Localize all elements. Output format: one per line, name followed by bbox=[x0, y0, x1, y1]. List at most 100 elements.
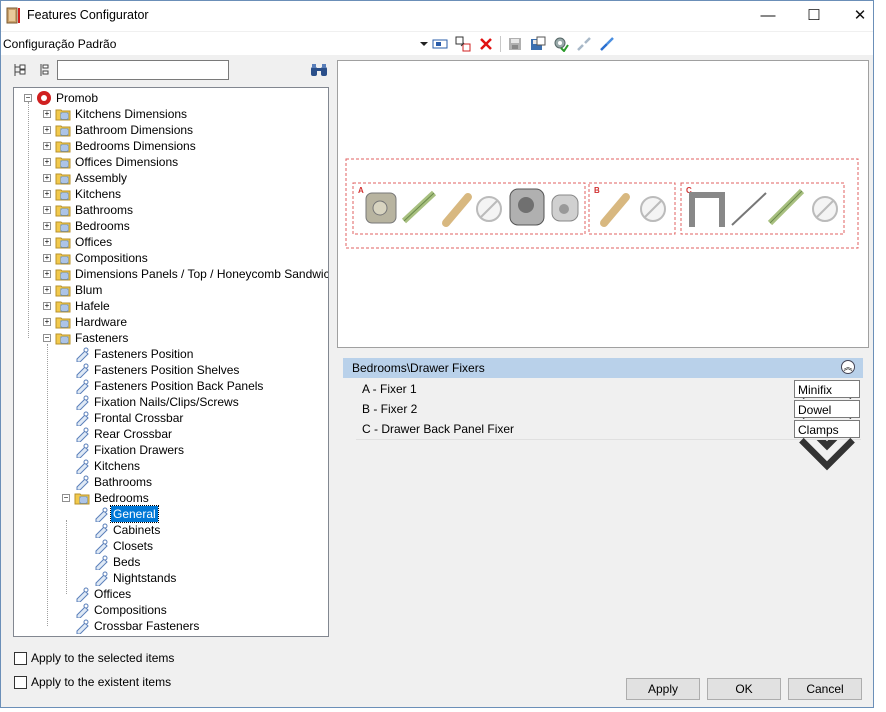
tree-node-label[interactable]: Bathroom Dimensions bbox=[73, 122, 195, 138]
screw-bolt-icon bbox=[401, 190, 437, 224]
tree-node-label[interactable]: Compositions bbox=[73, 250, 150, 266]
move-icon[interactable] bbox=[454, 35, 472, 53]
feature-icon bbox=[74, 602, 90, 619]
ok-button[interactable]: OK bbox=[707, 678, 781, 700]
delete-icon[interactable] bbox=[477, 35, 495, 53]
tree-node-label[interactable]: Crossbar Fasteners bbox=[92, 618, 201, 634]
tree-node-label[interactable]: Fasteners bbox=[73, 330, 130, 346]
feature-icon bbox=[74, 458, 90, 475]
tree-node-label[interactable]: Rear Crossbar bbox=[92, 426, 174, 442]
configuration-name[interactable]: Configuração Padrão bbox=[3, 37, 116, 51]
apply-existent-checkbox[interactable] bbox=[14, 676, 27, 689]
tree-node-label[interactable]: Fixation Drawers bbox=[92, 442, 186, 458]
collapse-chevron-icon[interactable]: ︽ bbox=[841, 360, 855, 374]
none-b-icon bbox=[640, 196, 666, 222]
save-icon[interactable] bbox=[506, 35, 524, 53]
folder-icon bbox=[55, 106, 71, 122]
left-pane: − Promob + Kitchens Dimensions + Bathroom Dim… bbox=[1, 56, 335, 641]
back-panel-fixer-select[interactable]: Clamps bbox=[794, 420, 860, 471]
collapse-tree-icon[interactable] bbox=[36, 61, 52, 79]
folder-icon bbox=[55, 298, 71, 314]
tree-node-label[interactable]: Bedrooms Dimensions bbox=[73, 138, 198, 154]
rename-icon[interactable] bbox=[431, 35, 449, 53]
tree-node-label[interactable]: Bathrooms bbox=[73, 202, 135, 218]
tree-node-label[interactable]: Blum bbox=[73, 282, 104, 298]
tree-node-label[interactable]: Compositions bbox=[92, 602, 169, 618]
property-row-fixer1[interactable]: A - Fixer 1 Minifix bbox=[356, 379, 861, 431]
tree-node-label[interactable]: Hafele bbox=[73, 298, 112, 314]
expand-toggle-icon[interactable]: + bbox=[43, 302, 51, 310]
expand-toggle-icon[interactable]: + bbox=[43, 158, 51, 166]
minimize-button[interactable]: — bbox=[745, 1, 791, 31]
apply-selected-checkbox[interactable] bbox=[14, 652, 27, 665]
expand-toggle-icon[interactable]: + bbox=[43, 318, 51, 326]
features-configurator-window: Features Configurator — ☐ ✕ Configuração… bbox=[0, 0, 874, 708]
zone-label-b: B bbox=[594, 186, 600, 195]
tree-guide-line bbox=[28, 102, 29, 338]
tree-node-label[interactable]: Beds bbox=[111, 554, 142, 570]
expand-toggle-icon[interactable]: + bbox=[43, 222, 51, 230]
selected-value: Minifix bbox=[798, 383, 833, 397]
maximize-button[interactable]: ☐ bbox=[791, 1, 837, 31]
save-as-icon[interactable] bbox=[529, 35, 547, 53]
expand-toggle-icon[interactable]: + bbox=[43, 142, 51, 150]
apply-button[interactable]: Apply bbox=[626, 678, 700, 700]
tree-node-label[interactable]: Dimensions Panels / Top / Honeycomb Sand… bbox=[73, 266, 328, 282]
tree-node-label[interactable]: Fasteners Position Shelves bbox=[92, 362, 241, 378]
feature-tree[interactable]: − Promob + Kitchens Dimensions + Bathroom Dim… bbox=[13, 87, 329, 637]
expand-toggle-icon[interactable]: + bbox=[43, 126, 51, 134]
tree-node-label[interactable]: Assembly bbox=[73, 170, 129, 186]
feature-icon bbox=[93, 570, 109, 587]
property-row-back-panel-fixer[interactable]: C - Drawer Back Panel Fixer Clamps bbox=[356, 419, 861, 471]
property-row-fixer2[interactable]: B - Fixer 2 Dowel bbox=[356, 399, 861, 451]
find-icon[interactable] bbox=[310, 62, 328, 78]
tree-node-label[interactable]: General bbox=[110, 505, 159, 523]
folder-icon bbox=[55, 218, 71, 234]
tree-node-label[interactable]: Cabinets bbox=[111, 522, 162, 538]
cancel-button[interactable]: Cancel bbox=[788, 678, 862, 700]
disconnect-icon[interactable] bbox=[575, 35, 593, 53]
expand-toggle-icon[interactable]: + bbox=[43, 270, 51, 278]
expand-toggle-icon[interactable]: + bbox=[43, 206, 51, 214]
tree-node-label[interactable]: Fasteners Position bbox=[92, 346, 195, 362]
feature-icon bbox=[93, 522, 109, 539]
tree-node-label[interactable]: Bedrooms bbox=[73, 218, 132, 234]
tree-node-label[interactable]: Closets bbox=[111, 538, 155, 554]
expand-toggle-icon[interactable]: + bbox=[43, 190, 51, 198]
zone-label-a: A bbox=[358, 186, 364, 195]
tree-node-label[interactable]: Bathrooms bbox=[92, 474, 154, 490]
feature-icon bbox=[74, 586, 90, 603]
tree-node-label[interactable]: Promob bbox=[54, 90, 100, 106]
collapse-toggle-icon[interactable]: − bbox=[62, 494, 70, 502]
tree-node-label[interactable]: Nightstands bbox=[111, 570, 178, 586]
tree-node-label[interactable]: Fasteners Position Back Panels bbox=[92, 378, 265, 394]
expand-toggle-icon[interactable]: + bbox=[43, 110, 51, 118]
tree-node-label[interactable]: Frontal Crossbar bbox=[92, 410, 185, 426]
tree-node-label[interactable]: Offices bbox=[73, 234, 114, 250]
tree-node-label[interactable]: Fixation Nails/Clips/Screws bbox=[92, 394, 241, 410]
close-button[interactable]: ✕ bbox=[837, 1, 883, 31]
tree-node-label[interactable]: Bedrooms bbox=[92, 490, 151, 506]
none-c-icon bbox=[812, 196, 838, 222]
expand-toggle-icon[interactable]: + bbox=[43, 254, 51, 262]
tree-node-label[interactable]: Kitchens bbox=[92, 458, 142, 474]
search-input[interactable] bbox=[57, 60, 229, 80]
drawer-fixers-preview-image: A B C bbox=[345, 158, 859, 249]
expand-toggle-icon[interactable]: + bbox=[43, 174, 51, 182]
feature-icon bbox=[74, 362, 90, 379]
tree-node-label[interactable]: Kitchens Dimensions bbox=[73, 106, 189, 122]
tree-node-label[interactable]: Offices Dimensions bbox=[73, 154, 180, 170]
tree-node-label[interactable]: Kitchens bbox=[73, 186, 123, 202]
connect-icon[interactable] bbox=[598, 35, 616, 53]
collapse-toggle-icon[interactable]: − bbox=[43, 334, 51, 342]
fixer1-select[interactable]: Minifix bbox=[794, 380, 860, 431]
expand-toggle-icon[interactable]: + bbox=[43, 286, 51, 294]
collapse-toggle-icon[interactable]: − bbox=[24, 94, 32, 102]
expand-toggle-icon[interactable]: + bbox=[43, 238, 51, 246]
property-group-header[interactable]: Bedrooms\Drawer Fixers ︽ bbox=[343, 358, 863, 378]
tree-node-label[interactable]: Offices bbox=[92, 586, 133, 602]
fixer2-select[interactable]: Dowel bbox=[794, 400, 860, 451]
tree-node-label[interactable]: Hardware bbox=[73, 314, 129, 330]
expand-tree-icon[interactable] bbox=[12, 61, 28, 79]
settings-check-icon[interactable] bbox=[552, 35, 570, 53]
